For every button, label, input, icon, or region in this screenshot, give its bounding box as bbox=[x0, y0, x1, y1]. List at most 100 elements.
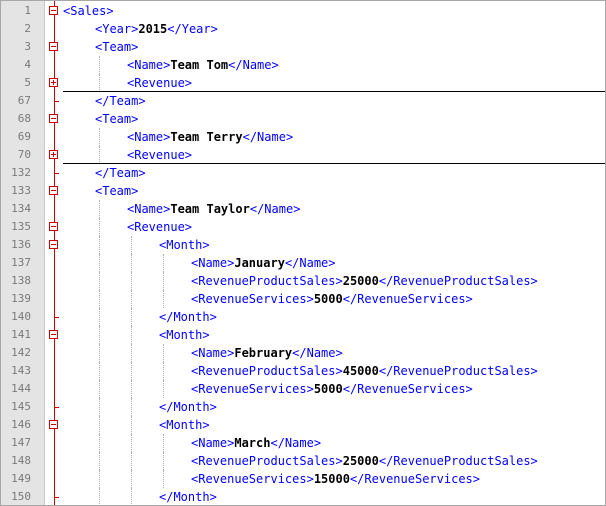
close-tag: </Name> bbox=[242, 130, 294, 144]
code-line[interactable]: 67 </Team> bbox=[1, 92, 605, 110]
open-tag: <Year> bbox=[95, 22, 139, 36]
code-line[interactable]: 141 <Month> bbox=[1, 326, 605, 344]
code-line[interactable]: 148 <RevenueProductSales>25000</RevenuePr… bbox=[1, 452, 605, 470]
code-line[interactable]: 3 <Team> bbox=[1, 38, 605, 56]
open-tag: <Team> bbox=[95, 40, 139, 54]
code-text: <Team> bbox=[95, 182, 138, 200]
code-line[interactable]: 2 <Year>2015</Year> bbox=[1, 20, 605, 38]
open-tag: <Name> bbox=[127, 130, 171, 144]
open-tag: <RevenueProductSales> bbox=[191, 454, 343, 468]
indent-guide bbox=[99, 416, 100, 434]
close-tag: </RevenueServices> bbox=[342, 292, 473, 306]
line-number: 1 bbox=[24, 4, 31, 17]
expand-fold-icon[interactable] bbox=[49, 78, 58, 87]
line-number: 133 bbox=[11, 184, 31, 197]
code-line[interactable]: 4 <Name>Team Tom</Name> bbox=[1, 56, 605, 74]
open-tag: <Name> bbox=[127, 58, 171, 72]
collapse-fold-icon[interactable] bbox=[49, 240, 58, 249]
line-number: 2 bbox=[24, 22, 31, 35]
open-tag: <Month> bbox=[159, 418, 210, 432]
code-line[interactable]: 138 <RevenueProductSales>25000</RevenuePr… bbox=[1, 272, 605, 290]
code-line[interactable]: 150 </Month> bbox=[1, 488, 605, 505]
code-line[interactable]: 132 </Team> bbox=[1, 164, 605, 182]
line-number: 143 bbox=[11, 364, 31, 377]
line-number: 138 bbox=[11, 274, 31, 287]
code-line[interactable]: 147 <Name>March</Name> bbox=[1, 434, 605, 452]
indent-guide bbox=[99, 434, 100, 452]
indent-guide bbox=[163, 452, 164, 470]
line-number: 134 bbox=[11, 202, 31, 215]
indent-guide bbox=[99, 380, 100, 398]
open-tag: <RevenueProductSales> bbox=[191, 274, 343, 288]
indent-guide bbox=[99, 470, 100, 488]
code-line[interactable]: 144 <RevenueServices>5000</RevenueService… bbox=[1, 380, 605, 398]
collapse-fold-icon[interactable] bbox=[49, 114, 58, 123]
indent-guide bbox=[99, 344, 100, 362]
indent-guide bbox=[99, 56, 100, 74]
open-tag: <Team> bbox=[95, 112, 139, 126]
element-value: 5000 bbox=[313, 382, 343, 396]
code-line[interactable]: 5 <Revenue> bbox=[1, 74, 605, 92]
close-tag: </RevenueProductSales> bbox=[378, 364, 538, 378]
indent-guide bbox=[163, 434, 164, 452]
code-text: <Name>January</Name> bbox=[191, 254, 336, 272]
collapse-fold-icon[interactable] bbox=[49, 222, 58, 231]
code-text: <Name>March</Name> bbox=[191, 434, 321, 452]
line-number: 132 bbox=[11, 166, 31, 179]
code-text: <Revenue> bbox=[127, 74, 192, 92]
indent-guide bbox=[99, 488, 100, 505]
element-value: Team Tom bbox=[170, 58, 229, 72]
collapse-fold-icon[interactable] bbox=[49, 6, 58, 15]
code-text: <Sales> bbox=[63, 2, 114, 20]
line-number: 149 bbox=[11, 472, 31, 485]
code-line[interactable]: 145 </Month> bbox=[1, 398, 605, 416]
code-line[interactable]: 140 </Month> bbox=[1, 308, 605, 326]
code-line[interactable]: 142 <Name>February</Name> bbox=[1, 344, 605, 362]
element-value: Team Terry bbox=[170, 130, 243, 144]
code-line[interactable]: 70 <Revenue> bbox=[1, 146, 605, 164]
code-line[interactable]: 1 <Sales> bbox=[1, 2, 605, 20]
code-line[interactable]: 146 <Month> bbox=[1, 416, 605, 434]
open-tag: <Name> bbox=[127, 202, 171, 216]
element-value: January bbox=[234, 256, 285, 270]
close-tag: </Name> bbox=[228, 58, 279, 72]
line-number: 142 bbox=[11, 346, 31, 359]
xml-editor[interactable]: 1 <Sales> 2 <Year>2015</Year> 3 <Team> 4 <Name>… bbox=[0, 0, 606, 506]
fold-end-marker bbox=[55, 407, 59, 408]
code-text: <RevenueServices>5000</RevenueServices> bbox=[191, 380, 473, 398]
code-line[interactable]: 69 <Name>Team Terry</Name> bbox=[1, 128, 605, 146]
collapse-fold-icon[interactable] bbox=[49, 420, 58, 429]
line-number: 4 bbox=[24, 58, 31, 71]
close-tag: </Name> bbox=[292, 346, 343, 360]
collapse-fold-icon[interactable] bbox=[49, 186, 58, 195]
indent-guide bbox=[163, 344, 164, 362]
expand-fold-icon[interactable] bbox=[49, 150, 58, 159]
code-line[interactable]: 149 <RevenueServices>15000</RevenueServic… bbox=[1, 470, 605, 488]
indent-guide bbox=[131, 434, 132, 452]
indent-guide bbox=[163, 272, 164, 290]
collapse-fold-icon[interactable] bbox=[49, 42, 58, 51]
indent-guide bbox=[131, 380, 132, 398]
close-tag: </Name> bbox=[249, 202, 301, 216]
code-line[interactable]: 68 <Team> bbox=[1, 110, 605, 128]
code-line[interactable]: 134 <Name>Team Taylor</Name> bbox=[1, 200, 605, 218]
code-line[interactable]: 137 <Name>January</Name> bbox=[1, 254, 605, 272]
indent-guide bbox=[131, 272, 132, 290]
code-line[interactable]: 133 <Team> bbox=[1, 182, 605, 200]
fold-end-marker bbox=[55, 497, 59, 498]
indent-guide bbox=[99, 254, 100, 272]
code-text: <Name>February</Name> bbox=[191, 344, 343, 362]
code-line[interactable]: 136 <Month> bbox=[1, 236, 605, 254]
indent-guide bbox=[99, 326, 100, 344]
code-text: <RevenueProductSales>45000</RevenueProdu… bbox=[191, 362, 538, 380]
line-number: 136 bbox=[11, 238, 31, 251]
code-text: <RevenueServices>5000</RevenueServices> bbox=[191, 290, 473, 308]
collapse-fold-icon[interactable] bbox=[49, 330, 58, 339]
open-tag: <Sales> bbox=[63, 4, 114, 18]
code-line[interactable]: 135 <Revenue> bbox=[1, 218, 605, 236]
line-number: 146 bbox=[11, 418, 31, 431]
indent-guide bbox=[99, 128, 100, 146]
close-tag: </Name> bbox=[284, 256, 336, 270]
code-line[interactable]: 143 <RevenueProductSales>45000</RevenuePr… bbox=[1, 362, 605, 380]
code-line[interactable]: 139 <RevenueServices>5000</RevenueService… bbox=[1, 290, 605, 308]
